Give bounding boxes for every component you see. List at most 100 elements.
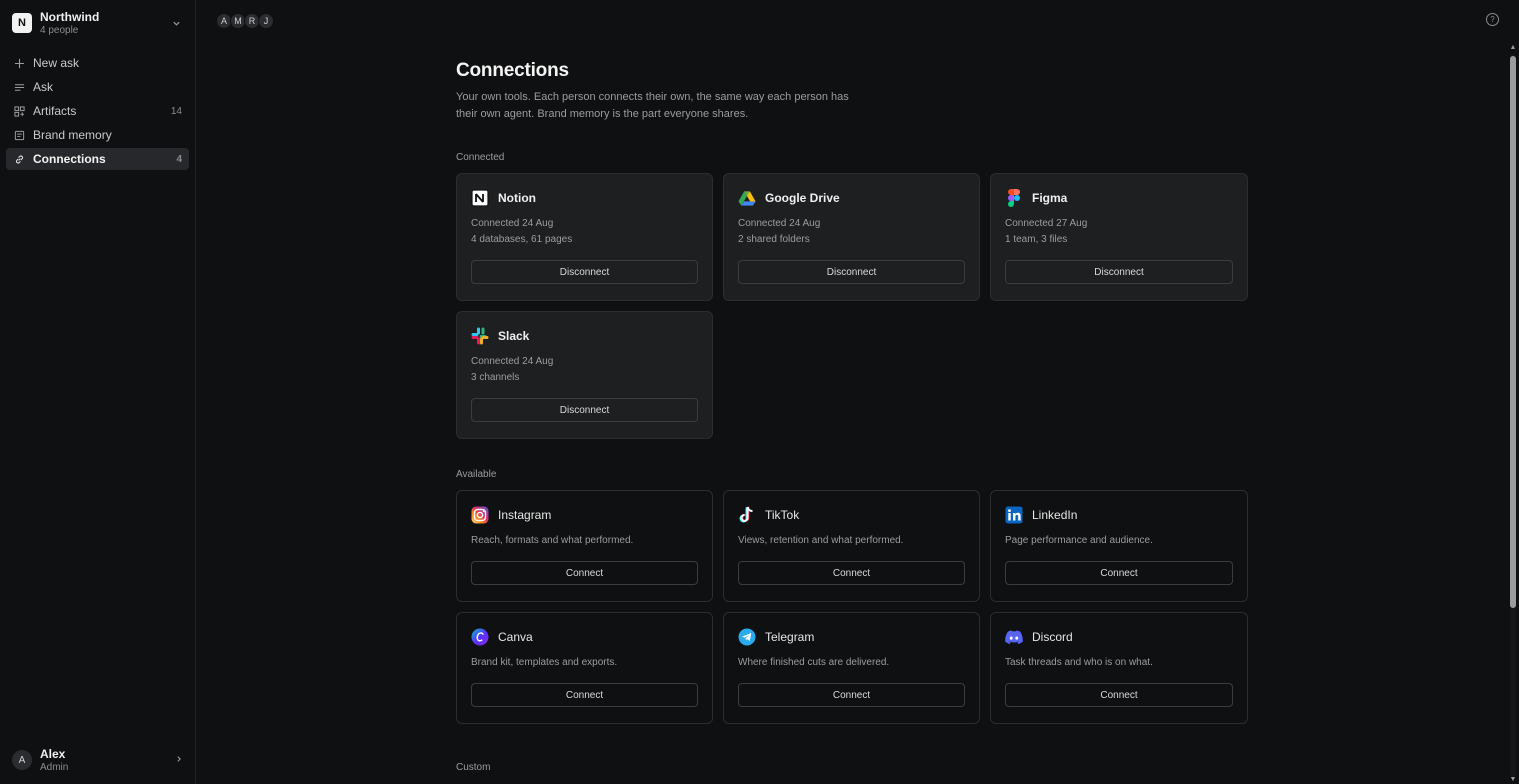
sidebar-item-label: Brand memory	[33, 128, 112, 142]
app: N Northwind 4 people New ask Ask Artifac…	[0, 0, 1519, 784]
sidebar-item-connections[interactable]: Connections 4	[6, 148, 189, 170]
disconnect-button[interactable]: Disconnect	[471, 398, 698, 422]
connection-card-telegram: Telegram Where finished cuts are deliver…	[723, 612, 980, 724]
connection-name: Canva	[498, 630, 533, 644]
sidebar-item-new-ask[interactable]: New ask	[6, 52, 189, 74]
main-area: A M R J ? ▲ ▼ Connections Your own tools…	[196, 0, 1519, 784]
sidebar-item-label: Ask	[33, 80, 54, 94]
discord-icon	[1005, 628, 1023, 646]
book-icon	[13, 129, 25, 141]
connect-button[interactable]: Connect	[738, 561, 965, 585]
connections-page: Connections Your own tools. Each person …	[456, 60, 1248, 783]
connection-card-slack: Slack Connected 24 Aug 3 channels Discon…	[456, 311, 713, 439]
workspace-switcher[interactable]: N Northwind 4 people	[0, 0, 195, 46]
workspace-name: Northwind	[40, 10, 100, 24]
section-label-connected: Connected	[456, 152, 505, 163]
sidebar-item-brand-memory[interactable]: Brand memory	[6, 124, 189, 146]
list-icon	[13, 81, 25, 93]
user-role: Admin	[40, 762, 69, 773]
topbar: A M R J	[196, 0, 1519, 42]
sidebar-item-count: 4	[176, 153, 182, 165]
people-avatars[interactable]: A M R J	[216, 13, 274, 29]
instagram-icon	[471, 506, 489, 524]
connection-description: Task threads and who is on what.	[1005, 657, 1153, 668]
connection-name: Instagram	[498, 508, 552, 522]
link-icon	[13, 153, 25, 165]
connect-button[interactable]: Connect	[1005, 561, 1233, 585]
user-menu[interactable]: A Alex Admin	[0, 744, 195, 776]
sidebar-item-label: Artifacts	[33, 104, 77, 118]
connection-name: Telegram	[765, 630, 815, 644]
connection-name: TikTok	[765, 508, 800, 522]
user-name: Alex	[40, 747, 66, 761]
connection-name: Slack	[498, 329, 530, 343]
connection-description: Views, retention and what performed.	[738, 535, 904, 546]
workspace-subtitle: 4 people	[40, 25, 79, 36]
available-grid: Instagram Reach, formats and what perfor…	[456, 490, 1248, 724]
section-label-custom: Custom	[456, 762, 491, 773]
connected-grid: Notion Connected 24 Aug 4 databases, 61 …	[456, 173, 1248, 439]
connection-name: LinkedIn	[1032, 508, 1078, 522]
help-icon[interactable]: ?	[1486, 13, 1499, 26]
connection-card-instagram: Instagram Reach, formats and what perfor…	[456, 490, 713, 602]
chevron-down-icon[interactable]	[169, 16, 183, 30]
connect-button[interactable]: Connect	[471, 683, 698, 707]
connect-button[interactable]: Connect	[738, 683, 965, 707]
connection-name: Figma	[1032, 191, 1068, 205]
connection-description: Where finished cuts are delivered.	[738, 657, 890, 668]
scroll-up-icon[interactable]: ▲	[1509, 44, 1517, 52]
scroll-thumb[interactable]	[1510, 56, 1516, 608]
connection-card-google-drive: Google Drive Connected 24 Aug 2 shared f…	[723, 173, 980, 301]
connection-description: Page performance and audience.	[1005, 535, 1153, 546]
connection-date: Connected 24 Aug	[471, 356, 554, 367]
connect-button[interactable]: Connect	[471, 561, 698, 585]
connection-card-linkedin: LinkedIn Page performance and audience. …	[990, 490, 1248, 602]
connection-details: 3 channels	[471, 372, 520, 383]
sidebar: N Northwind 4 people New ask Ask Artifac…	[0, 0, 196, 784]
connection-card-discord: Discord Task threads and who is on what.…	[990, 612, 1248, 724]
disconnect-button[interactable]: Disconnect	[471, 260, 698, 284]
scrollbar[interactable]: ▲ ▼	[1509, 42, 1517, 784]
connection-date: Connected 27 Aug	[1005, 218, 1088, 229]
slack-icon	[471, 327, 489, 345]
connect-button[interactable]: Connect	[1005, 683, 1233, 707]
sidebar-item-artifacts[interactable]: Artifacts 14	[6, 100, 189, 122]
page-description: Your own tools. Each person connects the…	[456, 91, 849, 120]
telegram-icon	[738, 628, 756, 646]
google-drive-icon	[738, 189, 756, 207]
connection-date: Connected 24 Aug	[738, 218, 821, 229]
connection-date: Connected 24 Aug	[471, 218, 554, 229]
section-label-available: Available	[456, 469, 497, 480]
avatar[interactable]: J	[258, 13, 274, 29]
chevron-right-icon[interactable]	[175, 755, 183, 766]
notion-icon	[471, 189, 489, 207]
canva-icon	[471, 628, 489, 646]
sidebar-item-label: Connections	[33, 152, 106, 166]
connection-name: Discord	[1032, 630, 1073, 644]
scroll-down-icon[interactable]: ▼	[1509, 776, 1517, 784]
connection-details: 1 team, 3 files	[1005, 234, 1068, 245]
figma-icon	[1005, 189, 1023, 207]
workspace-logo: N	[12, 13, 32, 33]
connection-details: 4 databases, 61 pages	[471, 234, 573, 245]
disconnect-button[interactable]: Disconnect	[1005, 260, 1233, 284]
sidebar-item-count: 14	[170, 105, 182, 117]
grid-icon	[13, 105, 25, 117]
connection-card-notion: Notion Connected 24 Aug 4 databases, 61 …	[456, 173, 713, 301]
plus-icon	[13, 57, 25, 69]
connection-name: Notion	[498, 191, 536, 205]
page-title: Connections	[456, 60, 569, 81]
connection-description: Reach, formats and what performed.	[471, 535, 634, 546]
connection-card-figma: Figma Connected 27 Aug 1 team, 3 files D…	[990, 173, 1248, 301]
linkedin-icon	[1005, 506, 1023, 524]
disconnect-button[interactable]: Disconnect	[738, 260, 965, 284]
connection-card-canva: Canva Brand kit, templates and exports. …	[456, 612, 713, 724]
connection-name: Google Drive	[765, 191, 840, 205]
tiktok-icon	[738, 506, 756, 524]
sidebar-item-ask[interactable]: Ask	[6, 76, 189, 98]
connection-card-tiktok: TikTok Views, retention and what perform…	[723, 490, 980, 602]
connection-description: Brand kit, templates and exports.	[471, 657, 618, 668]
avatar: A	[12, 750, 32, 770]
connection-details: 2 shared folders	[738, 234, 810, 245]
sidebar-nav: New ask Ask Artifacts 14 Brand memory Co…	[0, 46, 195, 178]
